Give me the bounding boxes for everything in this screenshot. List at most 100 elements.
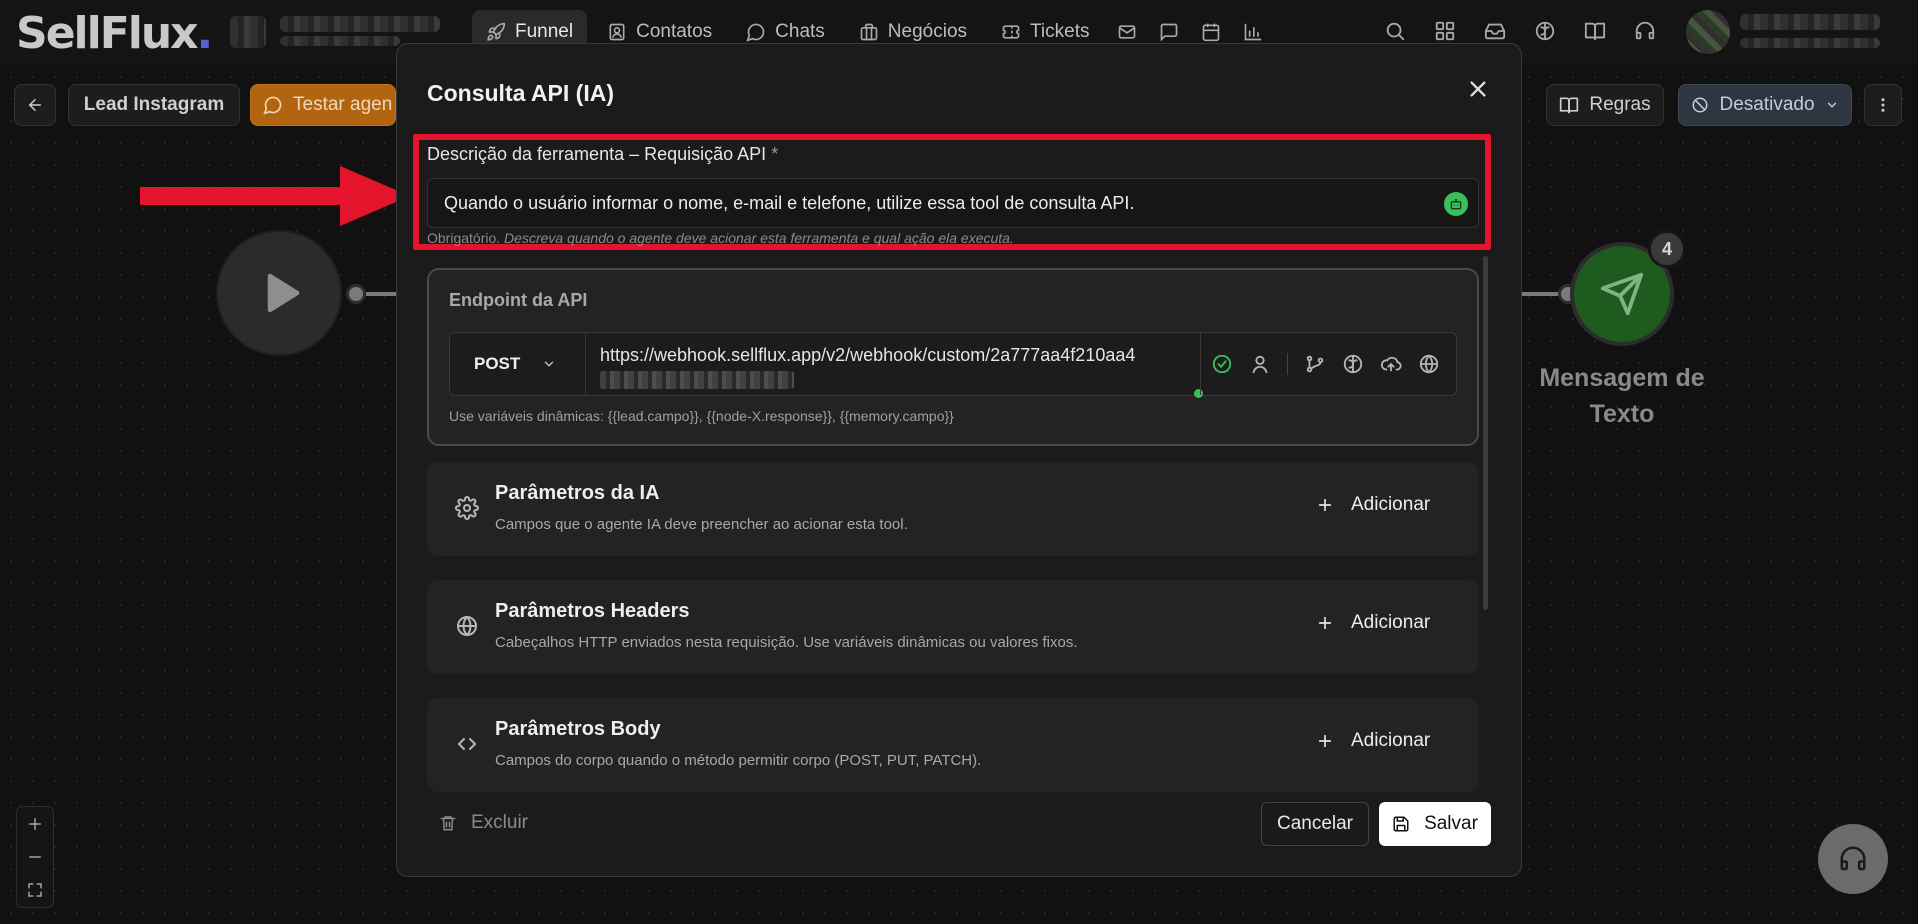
git-branch-icon[interactable] — [1304, 353, 1326, 375]
plus-icon — [1318, 616, 1332, 630]
endpoint-title: Endpoint da API — [449, 290, 588, 310]
start-node[interactable] — [218, 232, 340, 354]
test-agent-button[interactable]: Testar agen — [250, 84, 396, 126]
headers-params-card: Parâmetros Headers Cabeçalhos HTTP envia… — [427, 580, 1479, 674]
headset-icon[interactable] — [1634, 20, 1656, 42]
fit-view-icon[interactable] — [26, 881, 44, 899]
search-icon[interactable] — [1384, 20, 1406, 42]
zoom-controls — [16, 806, 54, 908]
ia-params-desc: Campos que o agente IA deve preencher ao… — [495, 516, 908, 533]
contacts-icon — [609, 23, 625, 41]
api-tool-modal: Consulta API (IA) Descrição da ferrament… — [396, 43, 1522, 877]
test-agent-label: Testar agen — [293, 94, 393, 115]
tab-funnel-label: Funnel — [515, 21, 574, 42]
cloud-upload-icon[interactable] — [1380, 353, 1402, 375]
tool-separator — [1287, 353, 1288, 375]
text-message-node-label: Mensagem de Texto — [1539, 364, 1705, 428]
annotation-arrow-icon — [140, 166, 410, 226]
user-avatar[interactable] — [1686, 10, 1730, 54]
description-hint: Obrigatório. Descreva quando o agente de… — [427, 230, 1014, 246]
tab-chats-label: Chats — [775, 21, 825, 42]
zoom-out-icon[interactable] — [26, 848, 44, 866]
headset-icon — [1840, 846, 1866, 871]
delete-label: Excluir — [471, 812, 529, 833]
play-icon — [267, 273, 300, 313]
url-variable-tools — [1200, 333, 1440, 395]
support-button[interactable] — [1818, 824, 1888, 894]
tool-description-input[interactable]: Quando o usuário informar o nome, e-mail… — [427, 178, 1479, 228]
cancel-button[interactable]: Cancelar — [1261, 802, 1369, 846]
chevron-down-icon — [545, 361, 554, 367]
save-label: Salvar — [1424, 813, 1478, 834]
chat-bubble-icon — [263, 96, 282, 115]
book-open-icon — [1560, 97, 1579, 114]
tool-description-value: Quando o usuário informar o nome, e-mail… — [444, 192, 1135, 213]
mail-icon — [1119, 25, 1136, 39]
add-ia-param-button[interactable]: Adicionar — [1317, 494, 1430, 516]
tab-contatos-label: Contatos — [636, 21, 713, 42]
inbox-icon[interactable] — [1484, 20, 1506, 42]
more-options-button[interactable] — [1864, 84, 1902, 126]
funnel-name-label: Lead Instagram — [83, 94, 225, 115]
brain-icon[interactable] — [1534, 20, 1556, 42]
flow-edge — [366, 292, 396, 296]
endpoint-url-value: https://webhook.sellflux.app/v2/webhook/… — [600, 345, 1136, 365]
send-icon — [1600, 272, 1644, 316]
body-params-desc: Campos do corpo quando o método permitir… — [495, 752, 982, 769]
start-node-handle[interactable] — [346, 284, 366, 304]
globe-icon[interactable] — [1418, 353, 1440, 375]
endpoint-url-input[interactable]: https://webhook.sellflux.app/v2/webhook/… — [600, 343, 1190, 389]
workspace-name-blurred[interactable] — [280, 16, 440, 32]
trash-icon — [440, 816, 456, 831]
arrow-left-icon — [28, 99, 41, 111]
top-right-actions — [1384, 20, 1656, 42]
add-header-param-label: Adicionar — [1351, 612, 1431, 633]
book-icon[interactable] — [1584, 20, 1606, 42]
http-method-value: POST — [474, 354, 521, 373]
user-name-blurred[interactable] — [1740, 14, 1880, 30]
ban-icon — [1692, 97, 1708, 113]
code-icon — [457, 738, 477, 750]
grid-icon[interactable] — [1434, 20, 1456, 42]
modal-title: Consulta API (IA) — [427, 80, 614, 106]
tab-negocios-label: Negócios — [887, 21, 968, 42]
add-header-param-button[interactable]: Adicionar — [1317, 612, 1430, 634]
more-vertical-icon — [1881, 98, 1885, 112]
rocket-icon — [487, 22, 506, 41]
ai-assist-button[interactable] — [1444, 192, 1468, 216]
flow-edge — [1522, 292, 1560, 296]
zoom-in-icon[interactable] — [26, 815, 44, 833]
status-dropdown[interactable]: Desativado — [1678, 84, 1852, 126]
modal-scroll-area: Endpoint da API POST https://webhook.sel… — [427, 268, 1491, 824]
node-count-badge: 4 — [1648, 230, 1686, 268]
add-body-param-label: Adicionar — [1351, 730, 1431, 751]
sellflux-logo[interactable]: SellFlux. — [16, 8, 213, 59]
check-circle-icon[interactable] — [1211, 353, 1233, 375]
user-email-blurred — [1740, 38, 1880, 48]
save-button[interactable]: Salvar — [1379, 802, 1491, 846]
funnel-name-button[interactable]: Lead Instagram — [68, 84, 240, 126]
ia-params-card: Parâmetros da IA Campos que o agente IA … — [427, 462, 1479, 556]
user-icon[interactable] — [1249, 353, 1271, 375]
rules-button[interactable]: Regras — [1546, 84, 1664, 126]
close-button[interactable] — [1463, 74, 1493, 104]
globe-icon — [457, 615, 477, 637]
body-params-title: Parâmetros Body — [495, 718, 661, 740]
ia-params-title: Parâmetros da IA — [495, 482, 660, 504]
plus-icon — [1318, 734, 1332, 748]
add-body-param-button[interactable]: Adicionar — [1317, 730, 1430, 752]
bot-icon — [1450, 198, 1462, 210]
bar-chart-icon — [1245, 23, 1262, 41]
close-icon — [1470, 81, 1486, 97]
brain-icon[interactable] — [1342, 353, 1364, 375]
chevron-down-icon — [1827, 102, 1836, 108]
workspace-avatar[interactable] — [230, 16, 266, 48]
delete-button[interactable]: Excluir — [439, 812, 528, 834]
back-button[interactable] — [14, 84, 56, 126]
tab-tickets-label: Tickets — [1030, 21, 1090, 42]
workspace-sub-blurred — [280, 36, 400, 46]
plus-icon — [1318, 498, 1332, 512]
http-method-select[interactable]: POST — [450, 333, 586, 395]
headers-params-title: Parâmetros Headers — [495, 600, 690, 622]
rules-label: Regras — [1589, 94, 1651, 115]
